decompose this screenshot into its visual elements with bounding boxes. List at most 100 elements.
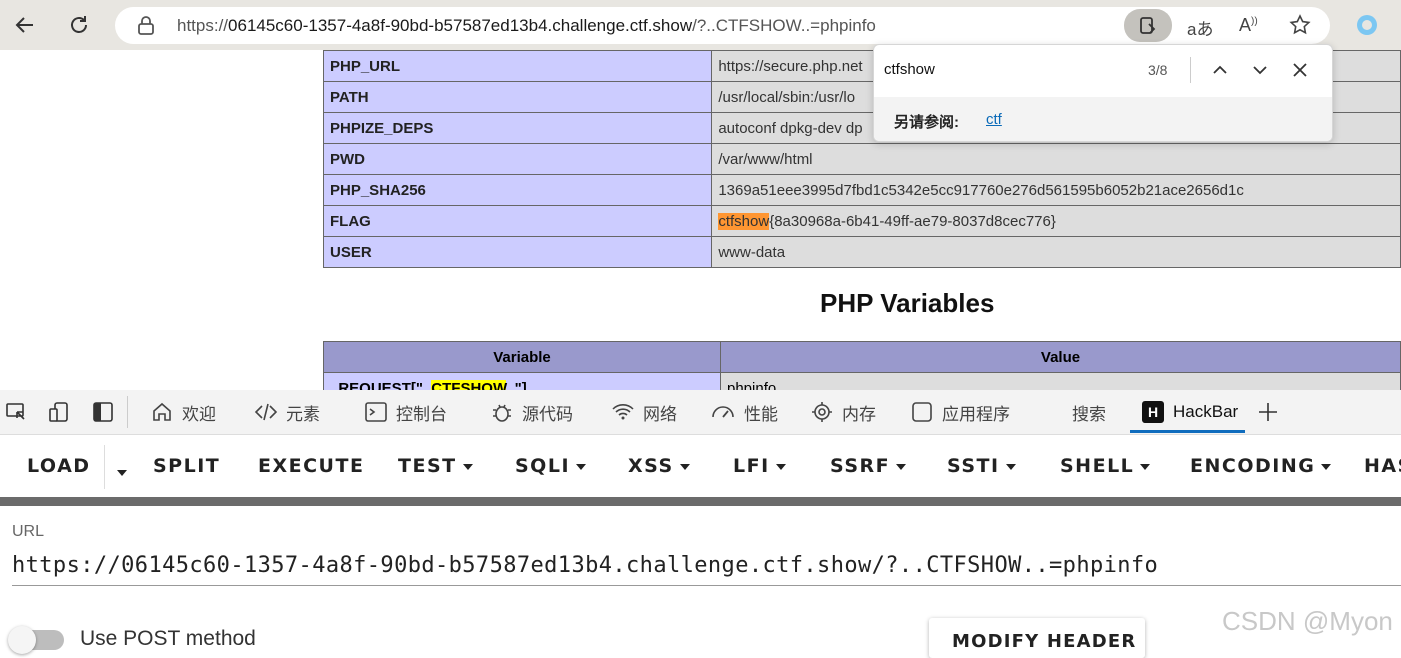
wifi-icon [612, 404, 634, 420]
hackbar-toolbar: LOAD SPLIT EXECUTE TEST SQLI XSS LFI SSR… [0, 435, 1401, 497]
toggle-knob[interactable] [8, 626, 36, 654]
chevron-up-icon[interactable] [1209, 59, 1231, 81]
variable-suffix: .."] [506, 379, 527, 391]
svg-text:H: H [1148, 404, 1158, 420]
code-icon [254, 403, 278, 421]
hackbar-divider [0, 497, 1401, 506]
caret-down-icon [462, 463, 473, 470]
url-path: /?..CTFSHOW..=phpinfo [692, 16, 876, 35]
tab-label: 控制台 [396, 404, 447, 424]
variable-value: phpinfo [720, 372, 1401, 390]
divider [1190, 57, 1191, 83]
copilot-icon[interactable] [1352, 10, 1382, 40]
tab-search[interactable]: 搜索 [1072, 390, 1106, 434]
table-row: _REQUEST["..CTFSHOW.."] phpinfo [323, 372, 1401, 391]
address-bar[interactable]: https://06145c60-1357-4a8f-90bd-b57587ed… [115, 7, 1330, 44]
lock-icon[interactable] [137, 16, 155, 41]
active-tab-indicator [1130, 430, 1245, 433]
hashing-menu[interactable]: HAS [1364, 455, 1401, 477]
php-variables-table: Variable Value _REQUEST["..CTFSHOW.."] p… [323, 341, 1401, 390]
tab-elements[interactable]: 元素 [254, 390, 320, 434]
add-tab-icon[interactable] [1256, 400, 1280, 424]
tab-label: 网络 [643, 404, 677, 424]
tab-console[interactable]: 控制台 [364, 390, 447, 434]
find-result-count: 3/8 [1148, 62, 1168, 78]
env-value: 1369a51eee3995d7fbd1c5342e5cc917760e276d… [711, 174, 1401, 206]
caret-down-icon [117, 469, 127, 476]
menu-label: SSRF [830, 455, 891, 477]
device-emulation-icon[interactable] [47, 400, 71, 424]
ssti-menu[interactable]: SSTI [947, 455, 1016, 477]
tab-memory[interactable]: 内存 [810, 390, 876, 434]
url-host: 06145c60-1357-4a8f-90bd-b57587ed13b4.cha… [228, 16, 693, 35]
tab-welcome[interactable]: 欢迎 [150, 390, 216, 434]
caret-down-icon [775, 463, 786, 470]
tab-label: 源代码 [522, 404, 573, 424]
read-aloud-icon[interactable]: A)) [1239, 15, 1258, 36]
url-field-underline [12, 585, 1401, 586]
test-menu[interactable]: TEST [398, 455, 473, 477]
tab-sources[interactable]: 源代码 [490, 390, 573, 434]
env-key: USER [322, 236, 713, 268]
translate-icon[interactable]: aあ [1187, 15, 1213, 40]
sqli-menu[interactable]: SQLI [515, 455, 587, 477]
url-field[interactable]: https://06145c60-1357-4a8f-90bd-b57587ed… [12, 553, 1158, 578]
column-header-value: Value [720, 341, 1401, 373]
refresh-icon[interactable] [64, 10, 94, 40]
env-key: PHP_URL [322, 50, 713, 82]
caret-down-icon [1005, 463, 1016, 470]
back-icon[interactable] [10, 10, 40, 40]
caret-down-icon [1140, 463, 1151, 470]
execute-button[interactable]: EXECUTE [258, 455, 364, 477]
tab-network[interactable]: 网络 [611, 390, 677, 434]
variable-prefix: _REQUEST[".. [330, 379, 432, 391]
shell-menu[interactable]: SHELL [1060, 455, 1151, 477]
url-text[interactable]: https://06145c60-1357-4a8f-90bd-b57587ed… [177, 16, 876, 36]
encoding-menu[interactable]: ENCODING [1190, 455, 1332, 477]
tab-label: 应用程序 [942, 404, 1010, 424]
lfi-menu[interactable]: LFI [733, 455, 786, 477]
tab-application[interactable]: 应用程序 [910, 390, 1010, 434]
watermark: CSDN @Myon [1222, 606, 1393, 636]
column-header-variable: Variable [323, 341, 721, 373]
split-button[interactable]: SPLIT [153, 455, 220, 477]
tab-performance[interactable]: 性能 [710, 390, 778, 434]
env-key: PWD [322, 143, 713, 175]
reading-view-icon[interactable] [1124, 9, 1172, 42]
load-dropdown-button[interactable] [111, 461, 127, 483]
table-row: FLAG ctfshow{8a30968a-6b41-49ff-ae79-8037… [322, 205, 1401, 237]
application-icon [912, 402, 932, 422]
menu-label: XSS [628, 455, 674, 477]
post-method-label: Use POST method [80, 627, 256, 650]
caret-down-icon [576, 463, 587, 470]
tab-hackbar[interactable]: H HackBar [1141, 390, 1238, 434]
tab-label: 搜索 [1072, 404, 1106, 424]
divider [104, 445, 105, 489]
env-key: PHP_SHA256 [322, 174, 713, 206]
dock-sidebar-icon[interactable] [91, 400, 115, 424]
find-input[interactable]: ctfshow [884, 61, 935, 78]
menu-label: SQLI [515, 455, 571, 477]
find-match-current: ctfshow [718, 212, 770, 230]
inspect-icon[interactable] [4, 400, 28, 424]
caret-down-icon [896, 463, 907, 470]
see-also-link[interactable]: ctf [986, 111, 1002, 128]
close-icon[interactable] [1289, 59, 1311, 81]
load-button[interactable]: LOAD [27, 455, 91, 477]
url-prefix: https:// [177, 16, 229, 35]
home-icon [153, 402, 171, 421]
favorite-star-icon[interactable] [1288, 13, 1312, 42]
hackbar-icon: H [1142, 401, 1164, 423]
xss-menu[interactable]: XSS [628, 455, 690, 477]
tab-label: 性能 [744, 404, 778, 424]
memory-chip-icon [812, 402, 832, 422]
browser-toolbar: https://06145c60-1357-4a8f-90bd-b57587ed… [0, 0, 1401, 50]
env-key: FLAG [322, 205, 713, 237]
devtools-tabbar: 欢迎 元素 控制台 源代码 网络 性能 内存 应用程序 搜索 H HackBar [0, 390, 1401, 435]
table-header-row: Variable Value [323, 341, 1401, 373]
tab-label: 欢迎 [182, 404, 216, 424]
chevron-down-icon[interactable] [1249, 59, 1271, 81]
modify-header-button[interactable]: MODIFY HEADER [929, 618, 1145, 658]
menu-label: ENCODING [1190, 455, 1316, 477]
ssrf-menu[interactable]: SSRF [830, 455, 907, 477]
